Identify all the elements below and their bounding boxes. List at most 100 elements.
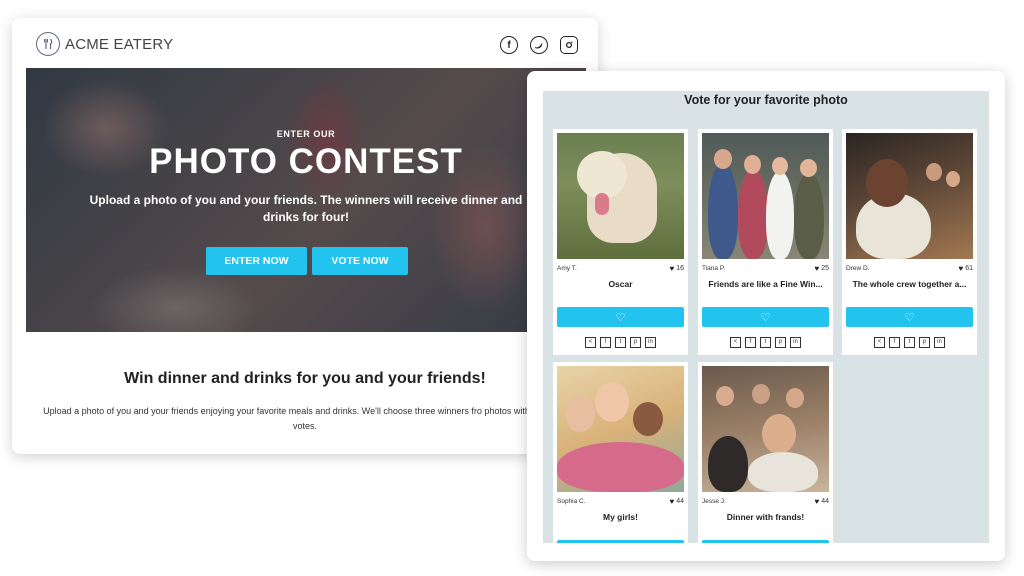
- person-face: [565, 396, 595, 432]
- section-title: Win dinner and drinks for you and your f…: [124, 370, 486, 387]
- person-figure: [738, 169, 768, 259]
- heart-icon: ♥: [814, 497, 820, 506]
- twitter-share-icon[interactable]: t: [615, 337, 626, 348]
- person-figure: [708, 163, 738, 259]
- vote-count: 44: [676, 498, 684, 505]
- vote-count: 44: [821, 498, 829, 505]
- section-description: Upload a photo of you and your friends e…: [43, 406, 567, 431]
- share-icons: < f t p in: [842, 337, 977, 348]
- facebook-icon[interactable]: f: [500, 36, 518, 54]
- heart-icon: ♥: [669, 497, 675, 506]
- facebook-share-icon[interactable]: f: [600, 337, 611, 348]
- entry-votes: ♥ 16: [669, 264, 684, 273]
- linkedin-share-icon[interactable]: in: [790, 337, 801, 348]
- vote-heart-button[interactable]: ♡: [846, 307, 973, 327]
- twitter-icon[interactable]: [530, 36, 548, 54]
- entry-votes: ♥ 25: [814, 264, 829, 273]
- vote-heart-button[interactable]: ♡: [557, 540, 684, 543]
- person-figure: [748, 452, 818, 492]
- entry-author: Drew D.: [846, 265, 870, 272]
- share-icons: < f t p in: [698, 337, 833, 348]
- entry-votes: ♥ 61: [958, 264, 973, 273]
- instagram-icon[interactable]: [560, 36, 578, 54]
- hero-subtitle: Upload a photo of you and your friends. …: [89, 193, 523, 224]
- share-icon[interactable]: <: [585, 337, 596, 348]
- vote-count: 16: [676, 265, 684, 272]
- entry-card: Sophia C. ♥44 My girls! ♡: [553, 362, 688, 543]
- person-figure: [766, 171, 794, 259]
- person-face: [786, 388, 804, 408]
- heart-outline-icon: ♡: [904, 311, 915, 324]
- hero-banner: ENTER OUR PHOTO CONTEST Upload a photo o…: [26, 68, 586, 332]
- person-face: [752, 384, 770, 404]
- entry-author: Jesse J.: [702, 498, 726, 505]
- person-face: [800, 159, 817, 177]
- share-icon[interactable]: <: [874, 337, 885, 348]
- fork-knife-logo-icon: [36, 32, 60, 56]
- dog-head: [577, 151, 627, 199]
- person-figure: [794, 173, 824, 259]
- heart-outline-icon: ♡: [760, 311, 771, 324]
- person-face: [762, 414, 796, 454]
- entry-author: Sophia C.: [557, 498, 586, 505]
- person-face: [866, 159, 908, 207]
- entry-photo[interactable]: [702, 366, 829, 492]
- vote-heart-button[interactable]: ♡: [702, 540, 829, 543]
- entry-card: Jesse J. ♥44 Dinner with frands! ♡: [698, 362, 833, 543]
- facebook-share-icon[interactable]: f: [889, 337, 900, 348]
- entry-photo[interactable]: [557, 133, 684, 259]
- gallery: Vote for your favorite photo Amy T. ♥ 16 …: [543, 91, 989, 543]
- person-figure: [708, 436, 748, 492]
- entry-title: Friends are like a Fine Win...: [708, 279, 823, 289]
- twitter-share-icon[interactable]: t: [760, 337, 771, 348]
- linkedin-share-icon[interactable]: in: [934, 337, 945, 348]
- entry-title: The whole crew together a...: [852, 279, 967, 289]
- brand[interactable]: ACME EATERY: [36, 32, 173, 56]
- entry-title: Dinner with frands!: [726, 512, 805, 522]
- entry-title: My girls!: [603, 512, 638, 522]
- entry-card: Amy T. ♥ 16 Oscar ♡ < f t p in: [553, 129, 688, 355]
- dog-tongue: [595, 193, 609, 215]
- vote-count: 25: [821, 265, 829, 272]
- brand-name: ACME EATERY: [65, 35, 174, 53]
- twitter-share-icon[interactable]: t: [904, 337, 915, 348]
- person-face: [716, 386, 734, 406]
- person-face: [714, 149, 732, 169]
- voting-gallery-card: Vote for your favorite photo Amy T. ♥ 16 …: [527, 71, 1005, 561]
- pinterest-share-icon[interactable]: p: [775, 337, 786, 348]
- person-face: [946, 171, 960, 187]
- person-face: [744, 155, 761, 174]
- share-icons: < f t p in: [553, 337, 688, 348]
- entry-card: Tiana P. ♥ 25 Friends are like a Fine Win…: [698, 129, 833, 355]
- entry-votes: ♥ 44: [814, 497, 829, 506]
- person-face: [772, 157, 788, 175]
- gallery-title: Vote for your favorite photo: [684, 93, 848, 107]
- facebook-share-icon[interactable]: f: [745, 337, 756, 348]
- vote-heart-button[interactable]: ♡: [557, 307, 684, 327]
- vote-heart-button[interactable]: ♡: [702, 307, 829, 327]
- pinterest-share-icon[interactable]: p: [919, 337, 930, 348]
- vote-now-button[interactable]: VOTE NOW: [312, 247, 408, 275]
- entry-photo[interactable]: [846, 133, 973, 259]
- entry-author: Amy T.: [557, 265, 577, 272]
- person-face: [595, 382, 629, 422]
- enter-now-button[interactable]: ENTER NOW: [206, 247, 307, 275]
- entry-votes: ♥ 44: [669, 497, 684, 506]
- entry-photo[interactable]: [702, 133, 829, 259]
- entry-card: Drew D. ♥ 61 The whole crew together a...…: [842, 129, 977, 355]
- heart-icon: ♥: [814, 264, 820, 273]
- hero-kicker: ENTER OUR: [276, 129, 336, 139]
- social-links: f: [500, 36, 578, 54]
- landing-page-card: ACME EATERY f ENTER OUR PHOTO CONTEST Up…: [12, 18, 598, 454]
- hero-actions: ENTER NOW VOTE NOW: [206, 247, 408, 275]
- person-face: [926, 163, 942, 181]
- entry-title: Oscar: [608, 279, 633, 289]
- heart-outline-icon: ♡: [615, 311, 626, 324]
- entry-author: Tiana P.: [702, 265, 726, 272]
- heart-icon: ♥: [958, 264, 964, 273]
- share-icon[interactable]: <: [730, 337, 741, 348]
- entry-photo[interactable]: [557, 366, 684, 492]
- linkedin-share-icon[interactable]: in: [645, 337, 656, 348]
- pinterest-share-icon[interactable]: p: [630, 337, 641, 348]
- vote-count: 61: [965, 265, 973, 272]
